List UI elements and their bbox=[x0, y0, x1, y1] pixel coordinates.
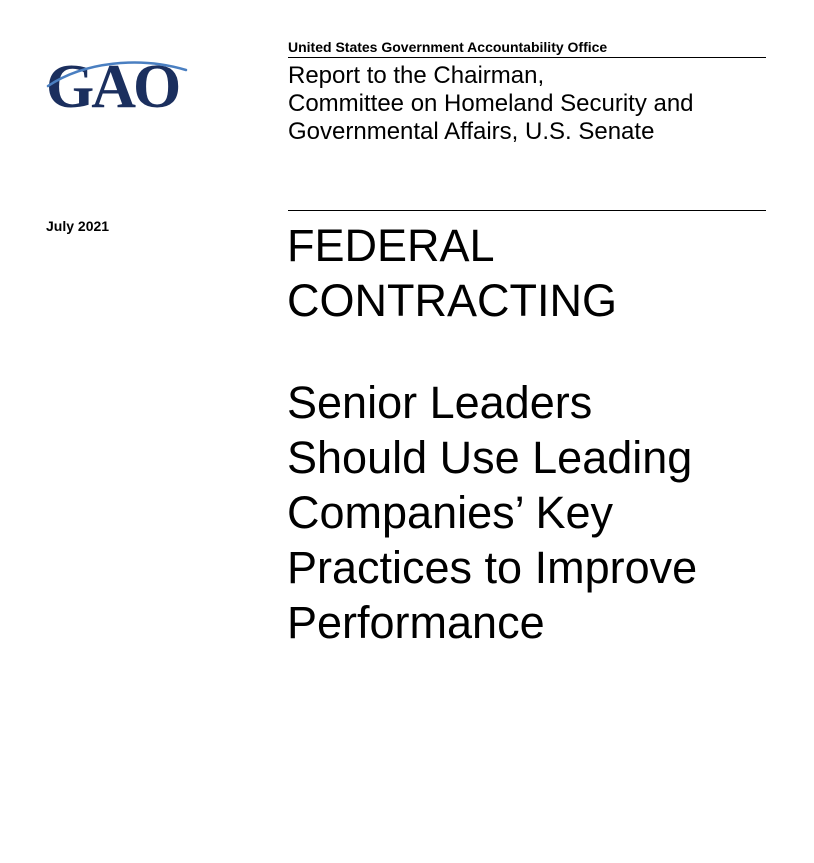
header-divider bbox=[288, 57, 766, 58]
subtitle-line: Performance bbox=[287, 597, 545, 648]
recipient-line: Report to the Chairman, bbox=[288, 62, 545, 89]
logo-wordmark: GAO bbox=[46, 53, 179, 114]
subtitle-line: Practices to Improve bbox=[287, 542, 698, 593]
agency-name: United States Government Accountability … bbox=[288, 39, 608, 55]
report-date: July 2021 bbox=[46, 218, 110, 234]
recipient-block: Report to the Chairman, Committee on Hom… bbox=[288, 62, 766, 146]
report-cover-page: United States Government Accountability … bbox=[0, 0, 814, 863]
recipient-line: Committee on Homeland Security and bbox=[288, 90, 694, 117]
gao-logo-icon: GAO bbox=[44, 52, 194, 121]
report-subtitle: Senior Leaders Should Use Leading Compan… bbox=[287, 375, 787, 650]
subtitle-line: Companies’ Key bbox=[287, 487, 613, 538]
report-title: FEDERAL CONTRACTING bbox=[287, 218, 787, 328]
title-line: FEDERAL bbox=[287, 220, 495, 271]
subtitle-line: Senior Leaders bbox=[287, 377, 593, 428]
subtitle-line: Should Use Leading bbox=[287, 432, 693, 483]
title-line: CONTRACTING bbox=[287, 275, 617, 326]
recipient-line: Governmental Affairs, U.S. Senate bbox=[288, 118, 655, 145]
title-divider bbox=[288, 210, 766, 211]
